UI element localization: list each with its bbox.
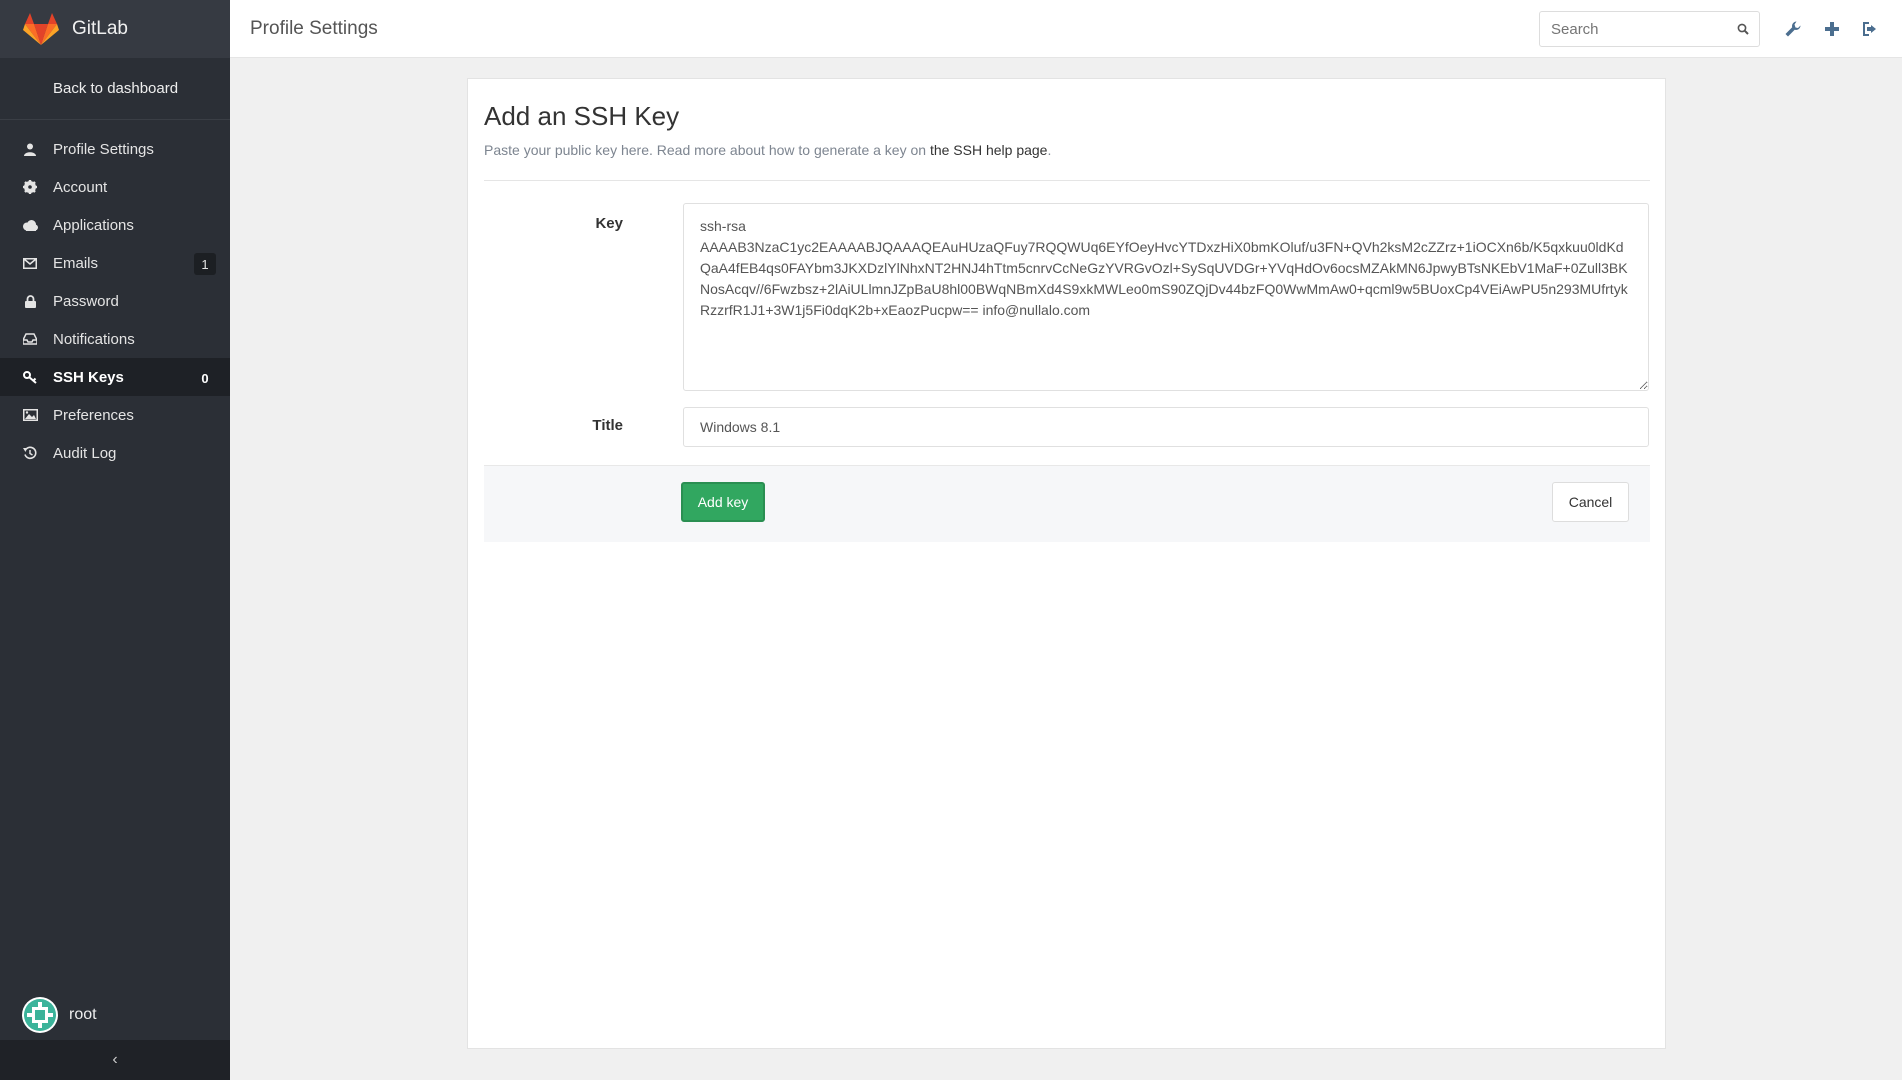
inbox-icon xyxy=(22,331,38,347)
description-end: . xyxy=(1047,142,1052,158)
brand-name: GitLab xyxy=(72,18,128,39)
title-label: Title xyxy=(592,417,623,434)
sidebar-item-label: Profile Settings xyxy=(53,140,154,158)
page-title: Profile Settings xyxy=(250,18,378,39)
search-input[interactable] xyxy=(1540,12,1720,46)
history-icon xyxy=(22,445,38,461)
emails-count-badge: 1 xyxy=(194,253,216,275)
envelope-icon xyxy=(22,255,38,271)
sidebar-nav: Profile Settings Account Applications Em… xyxy=(0,130,230,472)
collapse-sidebar-button[interactable]: ‹ xyxy=(0,1040,230,1080)
key-label: Key xyxy=(595,215,623,232)
search-box[interactable] xyxy=(1539,11,1760,47)
sidebar-item-label: Account xyxy=(53,178,108,196)
avatar xyxy=(22,997,58,1033)
lock-icon xyxy=(22,293,38,309)
form-heading: Add an SSH Key xyxy=(484,101,680,131)
sidebar-item-label: Password xyxy=(53,292,119,310)
image-icon xyxy=(22,407,38,423)
wrench-icon[interactable] xyxy=(1782,18,1804,40)
sidebar-item-emails[interactable]: Emails 1 xyxy=(0,244,230,282)
divider xyxy=(484,180,1650,181)
sidebar-item-ssh-keys[interactable]: SSH Keys 0 xyxy=(0,358,230,396)
sidebar-item-label: SSH Keys xyxy=(53,368,124,386)
form-description: Paste your public key here. Read more ab… xyxy=(484,142,1051,158)
gear-icon xyxy=(22,179,38,195)
back-to-dashboard-link[interactable]: Back to dashboard xyxy=(0,58,230,120)
sidebar-item-audit-log[interactable]: Audit Log xyxy=(0,434,230,472)
sidebar-item-label: Notifications xyxy=(53,330,135,348)
sidebar-item-label: Audit Log xyxy=(53,444,117,462)
sidebar-item-account[interactable]: Account xyxy=(0,168,230,206)
key-textarea[interactable]: ssh-rsa AAAAB3NzaC1yc2EAAAABJQAAAQEAuHUz… xyxy=(683,203,1649,391)
current-user[interactable]: root xyxy=(22,997,97,1033)
sidebar-item-label: Preferences xyxy=(53,406,134,424)
description-text: Paste your public key here. Read more ab… xyxy=(484,142,930,158)
brand-header[interactable]: GitLab xyxy=(0,0,230,58)
cloud-icon xyxy=(22,217,38,233)
key-icon xyxy=(22,369,38,385)
sidebar-item-password[interactable]: Password xyxy=(0,282,230,320)
search-icon[interactable] xyxy=(1737,22,1749,39)
sidebar-item-notifications[interactable]: Notifications xyxy=(0,320,230,358)
user-name: root xyxy=(69,1006,97,1023)
sidebar-item-profile-settings[interactable]: Profile Settings xyxy=(0,130,230,168)
top-header: Profile Settings xyxy=(230,0,1902,58)
sidebar-item-applications[interactable]: Applications xyxy=(0,206,230,244)
form-actions: Add key Cancel xyxy=(484,465,1650,542)
ssh-keys-count-badge: 0 xyxy=(201,370,209,386)
user-icon xyxy=(22,141,38,157)
sidebar-item-label: Emails xyxy=(53,254,99,272)
plus-icon[interactable] xyxy=(1821,18,1843,40)
sign-out-icon[interactable] xyxy=(1860,18,1882,40)
sidebar-item-preferences[interactable]: Preferences xyxy=(0,396,230,434)
gitlab-logo-icon xyxy=(23,13,59,45)
ssh-help-link[interactable]: the SSH help page xyxy=(930,142,1048,158)
sidebar: GitLab Back to dashboard Profile Setting… xyxy=(0,0,230,1080)
cancel-button[interactable]: Cancel xyxy=(1552,482,1629,522)
sidebar-item-label: Applications xyxy=(53,216,134,234)
add-ssh-key-panel: Add an SSH Key Paste your public key her… xyxy=(467,78,1666,1049)
add-key-button[interactable]: Add key xyxy=(681,482,765,522)
header-actions xyxy=(1782,18,1882,40)
title-input[interactable] xyxy=(683,407,1649,447)
